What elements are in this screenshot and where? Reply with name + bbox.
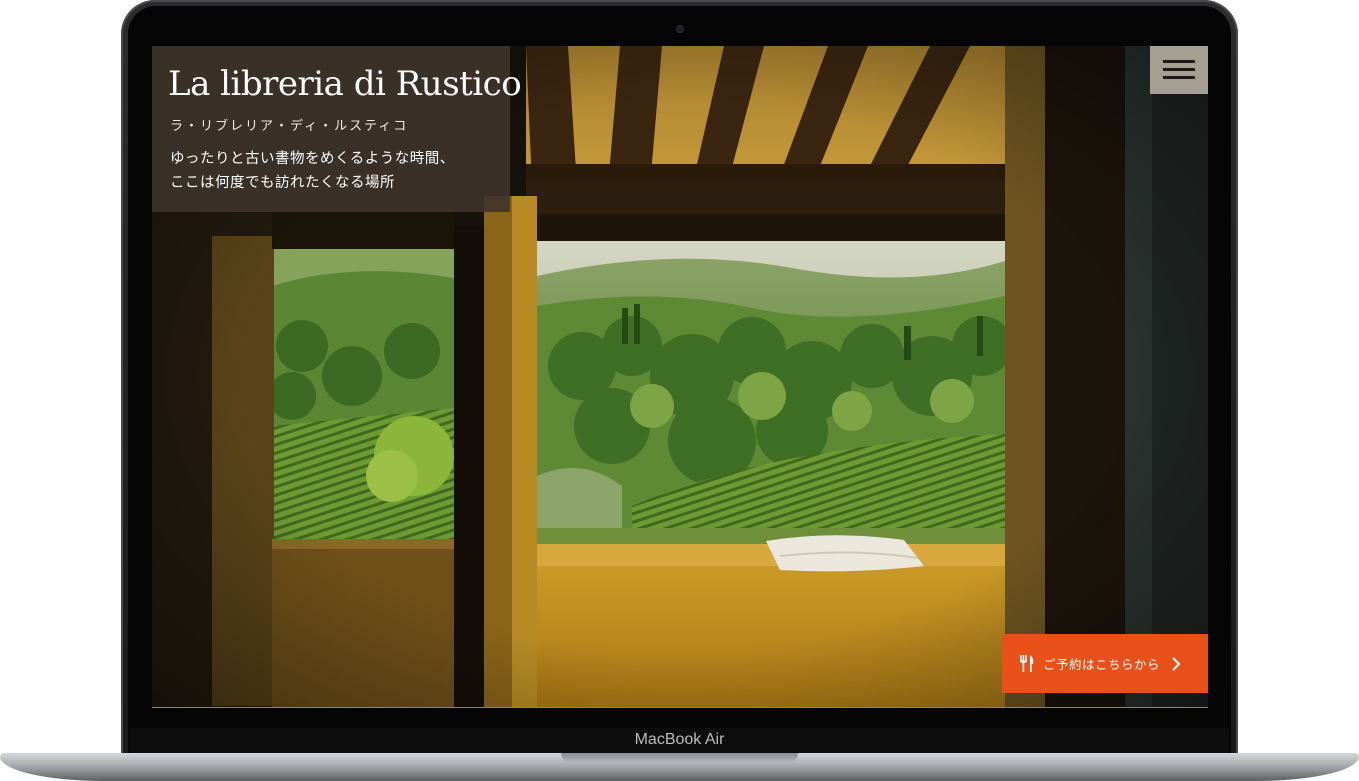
hero-title-card: La libreria di Rustico ラ・リブレリア・ディ・ルスティコ … [152, 46, 522, 212]
device-model-label: MacBook Air [634, 731, 725, 748]
tagline-line: ゆったりと古い書物をめくるような時間、 [170, 151, 455, 167]
website-screen: La libreria di Rustico ラ・リブレリア・ディ・ルスティコ … [152, 46, 1208, 708]
tagline-line: ここは何度でも訪れたくなる場所 [170, 175, 395, 191]
reservation-label: ご予約はこちらから [1043, 657, 1161, 672]
footer-divider [152, 707, 1208, 708]
reservation-button[interactable]: ご予約はこちらから [1002, 634, 1208, 693]
site-title: La libreria di Rustico [168, 64, 522, 104]
menu-button[interactable] [1150, 46, 1208, 94]
fork-knife-icon [1020, 655, 1034, 672]
laptop-notch [561, 753, 798, 763]
tagline: ゆったりと古い書物をめくるような時間、 ここは何度でも訪れたくなる場所 [170, 147, 455, 195]
site-subtitle: ラ・リブレリア・ディ・ルスティコ [170, 119, 409, 134]
camera-icon [676, 25, 684, 33]
chevron-right-icon [1172, 657, 1181, 671]
